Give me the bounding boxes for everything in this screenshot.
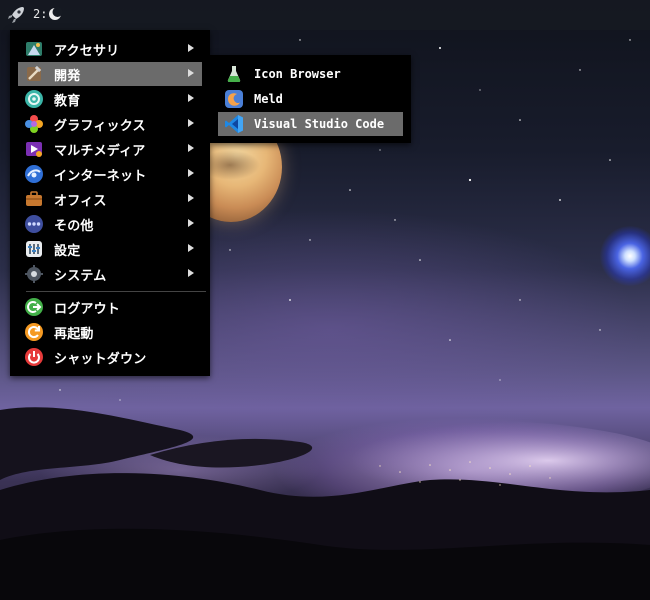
menu-item-label: システム — [54, 268, 107, 284]
menu-item-label: マルチメディア — [54, 143, 146, 159]
menu-item-settings[interactable]: 設定 — [18, 237, 202, 261]
submenu-arrow-icon — [188, 94, 194, 102]
menu-item-shutdown[interactable]: シャットダウン — [18, 345, 202, 369]
workspace-label[interactable]: 2: — [33, 7, 47, 21]
landscape-hills — [0, 407, 650, 600]
submenu-arrow-icon — [188, 144, 194, 152]
office-icon — [26, 191, 42, 206]
submenu-item-vscode[interactable]: Visual Studio Code — [218, 112, 403, 136]
menu-item-multimedia[interactable]: マルチメディア — [18, 137, 202, 161]
top-panel: 2: — [0, 0, 650, 30]
menu-separator — [26, 291, 206, 292]
menu-item-office[interactable]: オフィス — [18, 187, 202, 211]
menu-item-label: 再起動 — [54, 326, 94, 342]
reboot-icon — [25, 323, 43, 341]
submenu-arrow-icon — [188, 169, 194, 177]
submenu-arrow-icon — [188, 219, 194, 227]
rocket-icon[interactable] — [6, 5, 26, 25]
menu-item-label: グラフィックス — [54, 118, 146, 134]
system-icon — [25, 265, 43, 283]
submenu-arrow-icon — [188, 244, 194, 252]
menu-item-other[interactable]: その他 — [18, 212, 202, 236]
other-icon — [25, 215, 43, 233]
multimedia-icon — [26, 142, 42, 157]
icon-browser-icon — [227, 66, 241, 82]
submenu-item-label: Visual Studio Code — [254, 117, 385, 131]
menu-item-system[interactable]: システム — [18, 262, 202, 286]
menu-item-label: ログアウト — [54, 301, 121, 317]
submenu-arrow-icon — [188, 69, 194, 77]
menu-item-label: シャットダウン — [54, 351, 147, 367]
moon-icon — [49, 7, 63, 20]
submenu-arrow-icon — [188, 44, 194, 52]
submenu-arrow-icon — [188, 194, 194, 202]
menu-item-logout[interactable]: ログアウト — [18, 295, 202, 319]
menu-item-education[interactable]: 教育 — [18, 87, 202, 111]
menu-item-label: その他 — [54, 218, 94, 234]
menu-item-label: アクセサリ — [54, 43, 120, 59]
shutdown-icon — [25, 348, 43, 366]
menu-item-reboot[interactable]: 再起動 — [18, 320, 202, 344]
settings-icon — [26, 241, 42, 257]
development-submenu: Icon Browser Meld Visual Studio Code — [210, 55, 411, 143]
menu-item-label: 開発 — [54, 68, 81, 84]
accessories-icon — [26, 42, 42, 56]
menu-item-internet[interactable]: インターネット — [18, 162, 202, 186]
menu-item-accessories[interactable]: アクセサリ — [18, 37, 202, 61]
education-icon — [25, 90, 43, 108]
menu-item-label: 教育 — [54, 93, 81, 109]
graphics-icon — [25, 115, 43, 133]
application-menu: アクセサリ 開発 教育 グラフィックス マルチメディア インターネット オフィス… — [10, 30, 210, 376]
menu-item-development[interactable]: 開発 — [18, 62, 202, 86]
menu-item-label: オフィス — [54, 193, 107, 209]
submenu-arrow-icon — [188, 269, 194, 277]
meld-icon — [225, 90, 243, 108]
development-icon — [27, 65, 42, 81]
menu-item-graphics[interactable]: グラフィックス — [18, 112, 202, 136]
menu-item-label: インターネット — [54, 168, 147, 184]
submenu-item-label: Icon Browser — [254, 67, 341, 81]
internet-icon — [25, 165, 43, 183]
submenu-item-icon-browser[interactable]: Icon Browser — [218, 62, 403, 86]
vscode-icon — [225, 115, 243, 133]
submenu-item-label: Meld — [254, 92, 283, 106]
logout-icon — [25, 298, 43, 316]
submenu-item-meld[interactable]: Meld — [218, 87, 403, 111]
menu-item-label: 設定 — [54, 243, 81, 259]
submenu-arrow-icon — [188, 119, 194, 127]
